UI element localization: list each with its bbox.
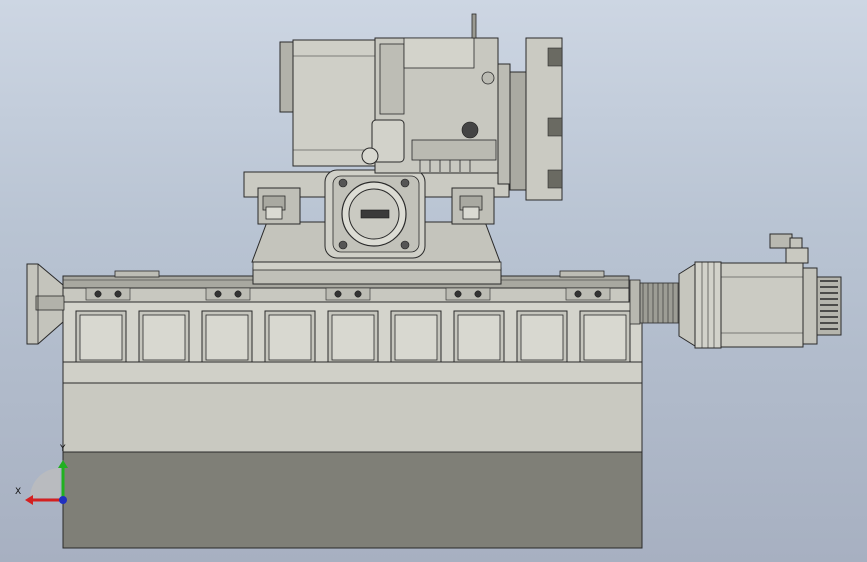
base-window-inset	[79, 314, 123, 361]
z-axis-marker	[59, 496, 67, 504]
base-window-inset	[331, 314, 375, 361]
y-axis-label: Y	[60, 444, 66, 454]
rail-clamp-plate	[325, 287, 371, 301]
left-end-bracket[interactable]	[26, 263, 65, 345]
base-window-inset	[205, 314, 249, 361]
rail-screw	[354, 290, 362, 298]
base-window-inset	[583, 314, 627, 361]
base-window-inset	[394, 314, 438, 361]
rail-clamp-plate	[565, 287, 611, 301]
rail-screw	[334, 290, 342, 298]
cad-model-view[interactable]	[0, 0, 867, 562]
rail-screw	[94, 290, 102, 298]
servo-motor[interactable]	[629, 233, 842, 349]
rail-screw	[574, 290, 582, 298]
center-motor-flange[interactable]	[324, 169, 426, 259]
rail-screw	[214, 290, 222, 298]
rail-screw	[594, 290, 602, 298]
base-window-inset	[142, 314, 186, 361]
base-window-inset	[457, 314, 501, 361]
rail-screw	[474, 290, 482, 298]
base-panel-group	[75, 310, 631, 363]
cad-viewport[interactable]: X Y	[0, 0, 867, 562]
coordinate-triad	[25, 460, 68, 505]
rail-screw	[454, 290, 462, 298]
rail-clamp-plate	[445, 287, 491, 301]
base-window-inset	[520, 314, 564, 361]
rail-screw	[114, 290, 122, 298]
rail-screw	[234, 290, 242, 298]
x-axis-label: X	[15, 487, 22, 497]
base-window-inset	[268, 314, 312, 361]
rail-clamp-plate	[205, 287, 251, 301]
rail-clamp-plate	[85, 287, 131, 301]
